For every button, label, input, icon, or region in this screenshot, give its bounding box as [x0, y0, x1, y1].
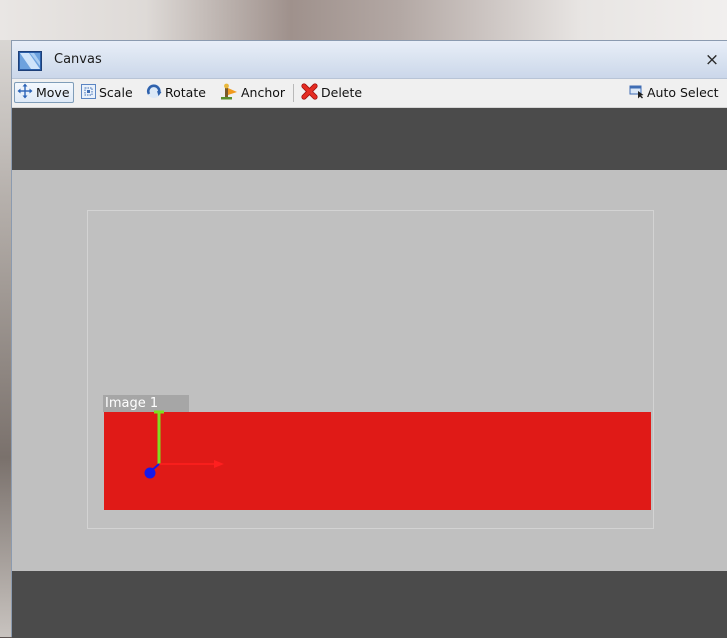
canvas-window: Canvas × Move Scale Rotate Anchor Delete… [11, 40, 727, 638]
close-button[interactable]: × [703, 51, 721, 69]
canvas-window-icon [18, 51, 42, 71]
delete-button[interactable]: Delete [301, 82, 362, 103]
canvas-letterbox-top [12, 108, 727, 170]
auto-select-label: Auto Select [647, 85, 719, 100]
delete-x-icon [301, 82, 318, 103]
scale-icon [81, 83, 96, 102]
auto-select-icon [629, 84, 644, 102]
rotate-tool-button[interactable]: Rotate [146, 82, 206, 103]
move-arrows-icon [17, 83, 33, 102]
move-tool-button[interactable]: Move [14, 82, 74, 103]
anchor-tool-button[interactable]: Anchor [220, 82, 285, 103]
rotate-icon [146, 83, 162, 102]
x-axis-handle[interactable] [159, 460, 224, 468]
anchor-tool-label: Anchor [241, 85, 286, 100]
anchor-icon [220, 83, 238, 103]
auto-select-toggle[interactable]: Auto Select [629, 82, 719, 103]
canvas-letterbox-bottom [12, 571, 727, 638]
y-axis-handle[interactable] [154, 410, 164, 464]
scale-tool-label: Scale [99, 85, 133, 100]
window-titlebar[interactable]: Canvas × [12, 41, 727, 79]
scale-tool-button[interactable]: Scale [81, 82, 133, 103]
toolbar-separator [293, 84, 294, 102]
transform-gizmo[interactable] [128, 406, 238, 506]
delete-label: Delete [321, 85, 363, 100]
canvas-toolbar: Move Scale Rotate Anchor Delete Auto Sel… [12, 79, 727, 108]
rotate-tool-label: Rotate [165, 85, 206, 100]
window-title: Canvas [54, 52, 102, 67]
canvas-viewport[interactable]: Image 1 [12, 170, 727, 571]
move-tool-label: Move [36, 85, 70, 100]
desktop-background-top [0, 0, 727, 40]
gizmo-pivot-handle[interactable] [144, 467, 156, 479]
